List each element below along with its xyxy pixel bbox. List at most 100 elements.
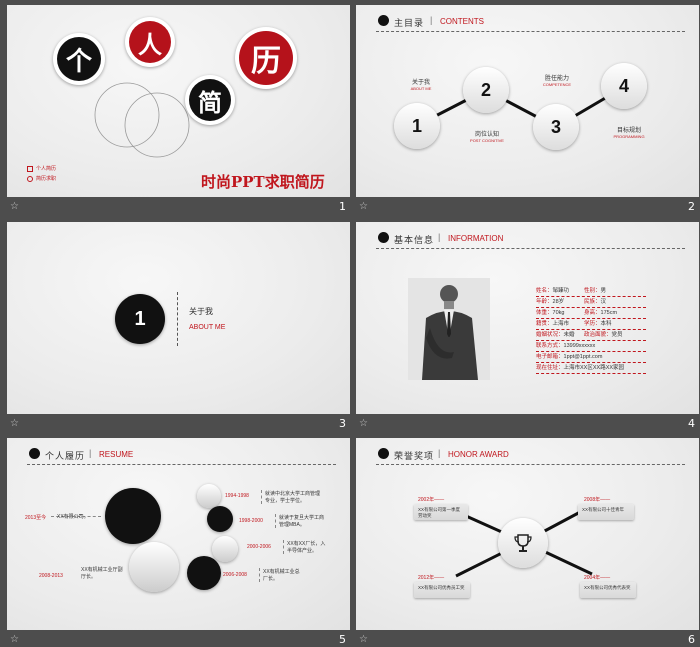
section-divider — [177, 292, 178, 346]
title-char: 人 — [138, 29, 162, 59]
meta-item: 简历求职 — [36, 176, 57, 182]
resume-year: 2000-2006 — [247, 544, 271, 550]
timeline-circle-small — [212, 536, 238, 562]
slide-4-canvas: 基本信息 | INFORMATION 姓名：邹臻功 性别：男 年龄：28岁 民族… — [356, 222, 699, 414]
timeline-circle-small — [207, 506, 233, 532]
slide-transition-icon[interactable]: ☆ — [10, 634, 19, 645]
slide-footer: ☆ 6 — [356, 630, 699, 647]
resume-year: 2008-2013 — [39, 573, 63, 579]
contents-number: 1 — [411, 115, 422, 136]
contents-circle-3[interactable]: 3 — [533, 104, 579, 150]
slide-thumbnail-4[interactable]: 基本信息 | INFORMATION 姓名：邹臻功 性别：男 年龄：28岁 民族… — [356, 222, 699, 434]
title-char: 简 — [198, 87, 222, 117]
title-char: 个 — [65, 46, 92, 77]
contents-number: 4 — [618, 75, 629, 96]
award-card: XX有限公司第一季度劳动奖 — [414, 504, 468, 520]
resume-year: 2013至今 — [25, 515, 47, 521]
contents-circle-1[interactable]: 1 — [394, 103, 440, 149]
section-subtitle: ABOUT ME — [189, 324, 226, 331]
slide-number: 6 — [688, 633, 695, 646]
header-bullet-icon — [378, 232, 389, 243]
slide-footer: ☆ 2 — [356, 197, 699, 217]
resume-year: 1994-1998 — [225, 493, 249, 499]
info-table: 姓名：邹臻功 性别：男 年龄：28岁 民族：汉 体重：70kg 身高：175cm… — [536, 286, 646, 374]
award-year: 2012年—— — [418, 575, 445, 581]
info-row: 体重：70kg 身高：175cm — [536, 308, 646, 319]
award-card: XX有限公司优秀代表奖 — [580, 582, 636, 598]
info-row: 姓名：邹臻功 性别：男 — [536, 286, 646, 297]
contents-number: 2 — [480, 79, 491, 100]
timeline-circle-small — [187, 556, 221, 590]
slide-transition-icon[interactable]: ☆ — [10, 418, 19, 429]
contents-label-1: 关于我 ABOUT ME — [410, 80, 432, 91]
slide-3-canvas: 1 关于我 ABOUT ME — [7, 222, 350, 414]
connector-lines — [417, 85, 625, 129]
slide-transition-icon[interactable]: ☆ — [359, 634, 368, 645]
resume-year: 1998-2000 — [239, 518, 263, 524]
slide-footer: ☆ 5 — [7, 630, 350, 647]
slide-2-canvas: 主目录 | CONTENTS 1 2 3 4 关于我 ABOUT ME 岗位认知 P… — [356, 5, 699, 197]
slide-thumbnail-5[interactable]: 个人履历 | RESUME 2013至今 XX有限公司。 2008-2013 X… — [7, 438, 350, 647]
doc-icon — [27, 175, 33, 182]
contents-number: 3 — [550, 116, 561, 137]
header-separator: | — [438, 232, 441, 242]
info-row: 联系方式：13999xxxxxx — [536, 341, 646, 352]
slide-footer: ☆ 1 — [7, 197, 350, 217]
slide-number: 3 — [339, 417, 346, 430]
profile-photo — [408, 278, 490, 380]
title-circle-2: 人 — [125, 17, 175, 67]
slide-transition-icon[interactable]: ☆ — [359, 201, 368, 212]
meta-list: 个人简历 简历求职 — [27, 165, 56, 182]
header-separator: | — [89, 448, 92, 458]
contents-circle-2[interactable]: 2 — [463, 67, 509, 113]
slide-thumbnail-2[interactable]: 主目录 | CONTENTS 1 2 3 4 关于我 ABOUT ME 岗位认知 P… — [356, 5, 699, 217]
contents-label-4: 目标规划 PROGRAMMING — [613, 128, 645, 139]
slide-number: 2 — [688, 200, 695, 213]
title-circle-4: 历 — [235, 27, 297, 89]
slide-subtitle: 时尚PPT求职简历 — [201, 173, 325, 191]
slide-thumbnail-6[interactable]: 荣誉奖项 | HONOR AWARD 2002年—— XX有限公司第一季度劳动奖… — [356, 438, 699, 647]
resume-text: XX有机械工业厅副厅长。 — [81, 567, 123, 580]
slide-transition-icon[interactable]: ☆ — [359, 418, 368, 429]
slide-footer: ☆ 3 — [7, 414, 350, 434]
contents-circle-4[interactable]: 4 — [601, 63, 647, 109]
resume-year: 2006-2008 — [223, 572, 247, 578]
slide-transition-icon[interactable]: ☆ — [10, 201, 19, 212]
award-year: 2002年—— — [418, 497, 445, 503]
section-number: 1 — [134, 307, 146, 330]
award-year: 2004年—— — [584, 575, 611, 581]
header-divider — [27, 464, 336, 465]
slide-number: 5 — [339, 633, 346, 646]
timeline-circle-small — [197, 484, 221, 508]
meta-item: 个人简历 — [36, 166, 57, 172]
slide-6-canvas: 荣誉奖项 | HONOR AWARD 2002年—— XX有限公司第一季度劳动奖… — [356, 438, 699, 630]
trophy-icon — [514, 534, 532, 552]
timeline-circle-large-light — [129, 542, 179, 592]
timeline-circle-large-dark — [105, 488, 161, 544]
contents-label-2: 岗位认知 POST COGNITIVE — [470, 132, 504, 143]
user-icon — [27, 165, 33, 172]
info-row: 现在住址：上海市XX区XX路XX家园 — [536, 363, 646, 374]
header-title: 个人履历 — [45, 451, 86, 461]
slide-number: 1 — [339, 200, 346, 213]
header-subtitle: RESUME — [99, 450, 134, 459]
award-card: XX有限公司十佳青年 — [578, 504, 634, 520]
resume-text: XX有限公司。 — [57, 514, 89, 520]
header-title: 基本信息 — [394, 235, 435, 245]
contents-label-3: 胜任能力 COMPETENCE — [542, 76, 572, 87]
person-in-suit-icon — [422, 285, 478, 380]
award-card: XX有限公司优秀员工奖 — [414, 582, 470, 598]
slide-1-canvas: 个 人 简 历 个人简历 简历求职 时尚PPT求职简历 — [7, 5, 350, 197]
info-row: 婚姻状况：未婚 政治面貌：党员 — [536, 330, 646, 341]
header-subtitle: INFORMATION — [448, 234, 504, 243]
info-row: 籍贯：上海市 学历：本科 — [536, 319, 646, 330]
info-row: 年龄：28岁 民族：汉 — [536, 297, 646, 308]
info-row: 电子邮箱：1ppt@1ppt.com — [536, 352, 646, 363]
header-divider — [376, 248, 685, 249]
resume-text: XX有XX厂长，入半导体产业。 — [283, 540, 329, 554]
title-circle-1: 个 — [53, 33, 105, 85]
slide-thumbnail-1[interactable]: 个 人 简 历 个人简历 简历求职 时尚PPT求职简历 ☆ 1 — [7, 5, 350, 217]
slide-thumbnail-3[interactable]: 1 关于我 ABOUT ME ☆ 3 — [7, 222, 350, 434]
section-number-circle: 1 — [115, 294, 165, 344]
title-circle-3: 简 — [185, 75, 235, 125]
